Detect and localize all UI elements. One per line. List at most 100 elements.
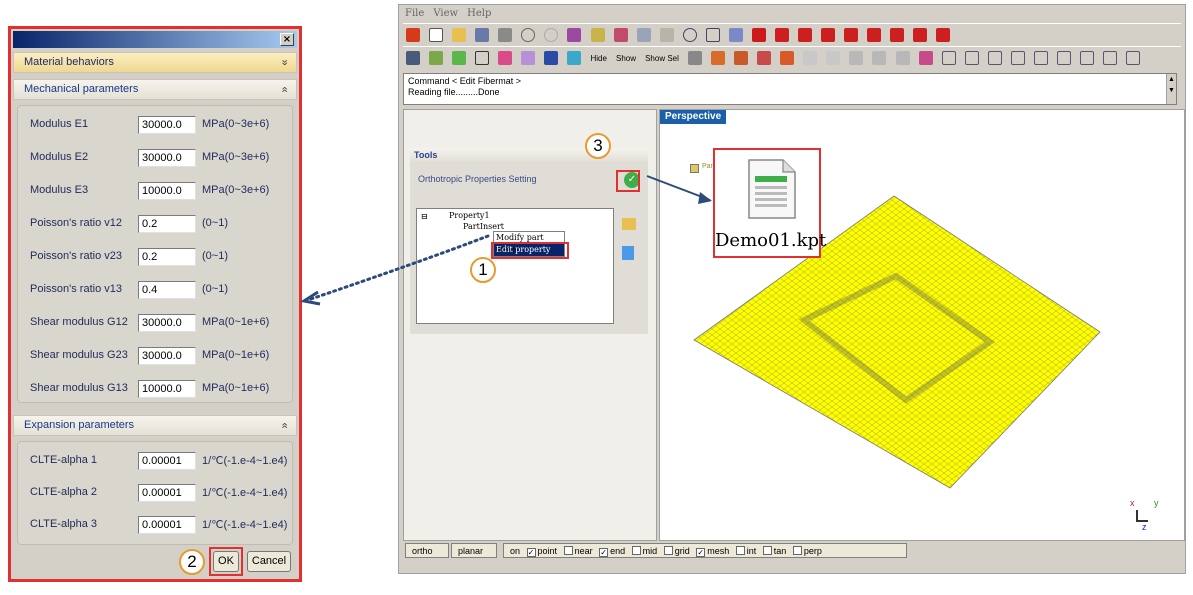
new-file-icon[interactable]	[429, 28, 444, 42]
snap-icon[interactable]	[941, 51, 956, 65]
mesh-checkbox[interactable]: ✓	[696, 548, 706, 557]
property-tree[interactable]: ⊟ Property1 PartInsert Modify part inser…	[416, 208, 614, 324]
snap-icon[interactable]	[1080, 51, 1095, 65]
green-icon[interactable]	[429, 51, 444, 65]
shear-g23-input[interactable]	[138, 347, 196, 365]
clte-alpha3-input[interactable]	[138, 516, 196, 534]
tool-icon[interactable]	[895, 51, 910, 65]
param-unit: MPa(0~1e+6)	[202, 349, 270, 361]
mesh-display-icon[interactable]	[567, 51, 582, 65]
snap-icon[interactable]	[1033, 51, 1048, 65]
tool-icon[interactable]	[849, 51, 864, 65]
show-button[interactable]: Show	[616, 54, 636, 63]
snap-icon[interactable]	[987, 51, 1002, 65]
undo-icon[interactable]	[521, 28, 536, 42]
layer-icon[interactable]	[452, 51, 467, 65]
clte-alpha1-input[interactable]	[138, 452, 196, 470]
save-icon[interactable]	[475, 28, 490, 42]
mid-checkbox[interactable]	[631, 546, 641, 555]
app-logo-icon[interactable]	[406, 28, 420, 42]
help-icon[interactable]	[590, 28, 605, 42]
tool-icon[interactable]	[803, 51, 818, 65]
display-icon[interactable]	[544, 51, 559, 65]
view-bottom-icon[interactable]	[890, 28, 905, 42]
view-back-icon[interactable]	[798, 28, 813, 42]
zoom-window-icon[interactable]	[705, 28, 720, 42]
poisson-v23-input[interactable]	[138, 248, 196, 266]
snap-icon[interactable]	[964, 51, 979, 65]
int-checkbox[interactable]	[735, 546, 745, 555]
near-checkbox[interactable]	[563, 546, 573, 555]
tool-icon[interactable]	[687, 51, 702, 65]
shear-g12-input[interactable]	[138, 314, 196, 332]
material-behaviors-header[interactable]: Material behaviors »	[13, 52, 297, 73]
paint-icon[interactable]	[567, 28, 582, 42]
hide-button[interactable]: Hide	[591, 54, 607, 63]
tools-header[interactable]: Tools	[410, 148, 648, 162]
end-checkbox[interactable]: ✓	[599, 548, 609, 557]
tool-icon[interactable]	[711, 51, 726, 65]
pattern-icon[interactable]	[521, 51, 536, 65]
redo-icon[interactable]	[544, 28, 559, 42]
cube-red-icon[interactable]	[751, 28, 766, 42]
expansion-parameters-header[interactable]: Expansion parameters «	[13, 415, 297, 436]
grid-checkbox[interactable]	[663, 546, 673, 555]
chevron-double-up-icon[interactable]: «	[274, 86, 293, 92]
tree-item-partinsert[interactable]: PartInsert	[463, 222, 504, 231]
view-front-icon[interactable]	[775, 28, 789, 42]
poisson-v13-input[interactable]	[138, 281, 196, 299]
tool-icon[interactable]	[757, 51, 772, 65]
snap-icon[interactable]	[1126, 51, 1141, 65]
perp-checkbox[interactable]	[792, 546, 802, 555]
modulus-e2-input[interactable]	[138, 149, 196, 167]
mechanical-parameters-header[interactable]: Mechanical parameters «	[13, 79, 297, 100]
tool-icon[interactable]	[918, 51, 933, 65]
clte-alpha2-input[interactable]	[138, 484, 196, 502]
tools-title: Tools	[414, 150, 438, 160]
command-scrollbar[interactable]: ▲ ▼	[1166, 74, 1176, 104]
view-left-icon[interactable]	[821, 28, 836, 42]
zoom-icon[interactable]	[682, 28, 697, 42]
move-icon[interactable]	[636, 28, 651, 42]
close-icon[interactable]: ×	[280, 33, 294, 46]
grid-icon[interactable]	[475, 51, 490, 65]
planar-toggle[interactable]: planar	[451, 543, 497, 558]
view-persp-icon[interactable]	[936, 28, 951, 42]
tree-root-property1[interactable]: Property1	[449, 211, 490, 220]
fit-icon[interactable]	[728, 28, 743, 42]
modulus-e1-input[interactable]	[138, 116, 196, 134]
menu-view[interactable]: View	[433, 8, 458, 19]
view-top-icon[interactable]	[867, 28, 882, 42]
shade-icon[interactable]	[406, 51, 420, 65]
open-folder-icon[interactable]	[622, 218, 636, 230]
tree-collapse-icon[interactable]: ⊟	[421, 212, 428, 221]
tool-icon[interactable]	[734, 51, 749, 65]
tan-checkbox[interactable]	[762, 546, 772, 555]
snap-icon[interactable]	[1010, 51, 1025, 65]
shear-g13-input[interactable]	[138, 380, 196, 398]
window-icon[interactable]	[613, 28, 628, 42]
poisson-v12-input[interactable]	[138, 215, 196, 233]
modulus-e3-input[interactable]	[138, 182, 196, 200]
axis-x-label: x	[1130, 498, 1135, 508]
view-right-icon[interactable]	[844, 28, 859, 42]
chevron-double-down-icon[interactable]: »	[274, 59, 293, 65]
ortho-toggle[interactable]: ortho	[405, 543, 449, 558]
axis-icon[interactable]	[498, 51, 513, 65]
tool-icon[interactable]	[826, 51, 841, 65]
open-folder-icon[interactable]	[452, 28, 467, 42]
chevron-double-up-icon[interactable]: «	[274, 422, 293, 428]
view-iso-icon[interactable]	[913, 28, 928, 42]
cube-icon[interactable]	[622, 246, 634, 260]
snap-icon[interactable]	[1056, 51, 1071, 65]
pan-icon[interactable]	[659, 28, 674, 42]
tool-icon[interactable]	[780, 51, 795, 65]
snap-icon[interactable]	[1103, 51, 1118, 65]
show-sel-button[interactable]: Show Sel	[645, 54, 679, 63]
save-as-icon[interactable]	[498, 28, 513, 42]
cancel-button[interactable]: Cancel	[247, 551, 291, 572]
point-checkbox[interactable]: ✓	[526, 548, 536, 557]
menu-help[interactable]: Help	[467, 8, 491, 19]
menu-file[interactable]: File	[405, 8, 424, 19]
tool-icon[interactable]	[872, 51, 887, 65]
